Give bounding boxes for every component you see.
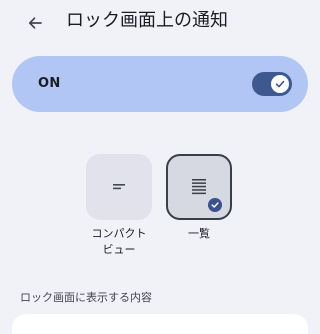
list-view-label: 一覧 bbox=[188, 227, 210, 240]
page-title: ロック画面上の通知 bbox=[66, 10, 228, 31]
compact-view-option[interactable] bbox=[86, 154, 152, 220]
app-bar: ロック画面上の通知 bbox=[0, 0, 320, 44]
list-lines-icon bbox=[192, 179, 206, 195]
main-switch-label: ON bbox=[38, 76, 61, 91]
check-icon bbox=[275, 80, 285, 88]
toggle-thumb bbox=[271, 75, 289, 93]
selected-check-badge bbox=[208, 198, 222, 212]
settings-card bbox=[12, 314, 308, 334]
section-header: ロック画面に表示する内容 bbox=[20, 291, 152, 304]
main-toggle[interactable] bbox=[252, 72, 292, 96]
compact-lines-icon bbox=[113, 184, 125, 190]
main-switch-bar[interactable]: ON bbox=[12, 56, 308, 112]
back-button[interactable] bbox=[20, 8, 50, 38]
check-icon bbox=[211, 202, 219, 208]
list-view-option[interactable] bbox=[166, 154, 232, 220]
compact-view-label: コンパクト ビュー bbox=[91, 227, 147, 256]
arrow-left-icon bbox=[28, 17, 42, 29]
